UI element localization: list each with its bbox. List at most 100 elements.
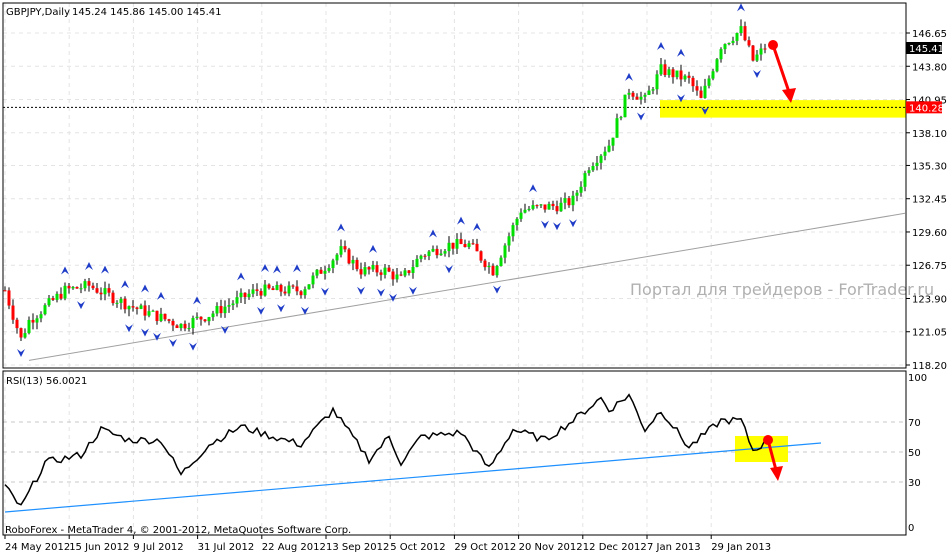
candle-body <box>159 313 163 322</box>
date-tick-label: 13 Sep 2012 <box>326 542 389 553</box>
candle-body <box>359 269 363 275</box>
date-tick-label: 7 Jan 2013 <box>647 542 701 553</box>
price-tick-label: 126.75 <box>912 261 947 272</box>
date-tick-label: 31 Jul 2012 <box>198 542 255 553</box>
candle-body <box>55 293 59 300</box>
candle-body <box>311 275 315 285</box>
candle-body <box>635 96 639 100</box>
rsi-tick-label: 100 <box>908 373 927 384</box>
candle-body <box>551 203 555 207</box>
candle-body <box>467 243 471 248</box>
candle-body <box>11 305 15 320</box>
candle-body <box>391 271 395 280</box>
rsi-title: RSI(13) 56.0021 <box>6 376 87 387</box>
watermark: Портал для трейдеров - ForTrader.ru <box>630 280 934 299</box>
candle-body <box>223 306 227 314</box>
candle-body <box>147 311 151 316</box>
candle-body <box>151 310 155 312</box>
candle-body <box>719 49 723 60</box>
candle-body <box>171 320 175 326</box>
candle-body <box>407 270 411 274</box>
rsi-tick-label: 70 <box>908 418 921 429</box>
candle-body <box>663 64 667 76</box>
candle-body <box>459 239 463 244</box>
candle-body <box>23 333 27 338</box>
candle-body <box>27 319 31 334</box>
candle-body <box>235 297 239 304</box>
candle-body <box>91 285 95 289</box>
candle-body <box>247 293 251 298</box>
date-tick-label: 9 Jul 2012 <box>133 542 183 553</box>
candle-body <box>399 274 403 276</box>
price-tick-label: 123.90 <box>912 294 947 305</box>
candle-body <box>75 286 79 289</box>
candle-body <box>255 289 259 291</box>
candle-body <box>655 74 659 90</box>
candle-body <box>423 255 427 257</box>
candle-body <box>283 291 287 294</box>
candle-body <box>195 316 199 319</box>
candle-body <box>3 290 7 292</box>
candle-body <box>387 267 391 272</box>
candle-body <box>47 298 51 306</box>
candle-body <box>559 202 563 212</box>
candle-body <box>135 307 139 309</box>
candle-body <box>547 203 551 210</box>
candle-body <box>755 54 759 61</box>
candle-body <box>695 86 699 91</box>
candle-body <box>579 186 583 193</box>
candle-body <box>363 267 367 275</box>
candle-body <box>19 328 23 338</box>
candle-body <box>347 249 351 264</box>
symbol-label: GBPJPY,Daily <box>6 7 70 18</box>
candle-body <box>707 78 711 86</box>
candle-body <box>631 92 635 97</box>
rsi-tick-label: 0 <box>908 523 914 534</box>
candle-body <box>639 96 643 100</box>
candle-body <box>323 270 327 274</box>
candle-body <box>563 198 567 203</box>
candle-body <box>611 137 615 146</box>
candle-body <box>295 286 299 292</box>
candle-body <box>271 288 275 290</box>
candle-body <box>395 274 399 280</box>
candle-body <box>183 323 187 329</box>
candle-body <box>487 265 491 268</box>
candle-body <box>143 305 147 316</box>
candle-body <box>319 269 323 274</box>
candle-body <box>651 89 655 91</box>
candle-body <box>427 251 431 257</box>
candle-body <box>411 266 415 274</box>
date-tick-label: 5 Oct 2012 <box>390 542 445 553</box>
candle-body <box>575 192 579 196</box>
candle-body <box>607 145 611 152</box>
candle-body <box>643 94 647 97</box>
candle-body <box>367 267 371 270</box>
candle-body <box>435 248 439 256</box>
candle-body <box>531 205 535 209</box>
date-tick-label: 29 Oct 2012 <box>454 542 516 553</box>
candle-body <box>691 77 695 87</box>
candle-body <box>383 267 387 275</box>
date-tick-label: 20 Nov 2012 <box>519 542 583 553</box>
candle-body <box>447 242 451 252</box>
candle-body <box>511 225 515 237</box>
candle-body <box>627 92 631 95</box>
candle-body <box>43 305 47 315</box>
candle-body <box>747 40 751 46</box>
rsi-tick-label: 50 <box>908 448 921 459</box>
candle-body <box>659 64 663 75</box>
candle-body <box>507 236 511 246</box>
candle-body <box>51 298 55 300</box>
candle-body <box>499 257 503 266</box>
footer-copyright: RoboForex - MetaTrader 4, © 2001-2012, M… <box>5 525 351 536</box>
candle-body <box>503 245 507 258</box>
candle-body <box>79 288 83 290</box>
candle-body <box>751 45 755 61</box>
candle-body <box>455 239 459 249</box>
rsi-tick-label: 30 <box>908 478 921 489</box>
candle-body <box>291 285 295 287</box>
candle-body <box>683 75 687 80</box>
candle-body <box>687 75 691 78</box>
candle-body <box>99 292 103 295</box>
